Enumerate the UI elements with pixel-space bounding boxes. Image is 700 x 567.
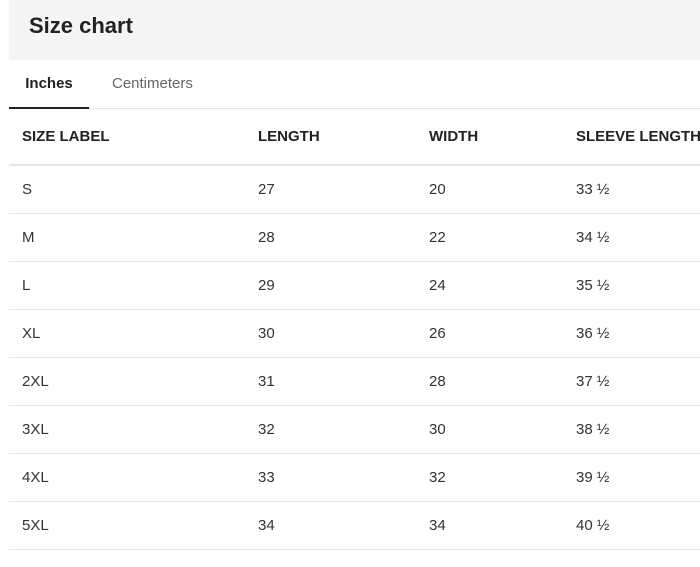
size-label-cell: M [9,213,258,262]
width-cell: 32 [429,453,576,502]
length-cell: 28 [258,213,429,262]
table-row: XL 30 26 36 ½ [9,309,700,358]
width-cell: 22 [429,213,576,262]
width-cell: 34 [429,501,576,550]
sleeve-length-cell: 35 ½ [576,261,700,310]
sleeve-length-cell: 37 ½ [576,357,700,406]
unit-tabs: Inches Centimeters [9,60,700,109]
size-chart-header: Size chart [9,0,700,60]
size-label-cell: 3XL [9,405,258,454]
table-row: S 27 20 33 ½ [9,165,700,214]
length-cell: 29 [258,261,429,310]
size-label-cell: 5XL [9,501,258,550]
length-cell: 30 [258,309,429,358]
column-header-length: LENGTH [258,109,429,166]
table-row: L 29 24 35 ½ [9,261,700,310]
table-row: 5XL 34 34 40 ½ [9,501,700,550]
size-label-cell: 4XL [9,453,258,502]
sleeve-length-cell: 36 ½ [576,309,700,358]
tab-inches[interactable]: Inches [9,60,89,109]
table-row: 2XL 31 28 37 ½ [9,357,700,406]
width-cell: 24 [429,261,576,310]
width-cell: 28 [429,357,576,406]
sleeve-length-cell: 34 ½ [576,213,700,262]
column-header-size-label: SIZE LABEL [9,109,258,166]
sleeve-length-cell: 39 ½ [576,453,700,502]
table-row: 3XL 32 30 38 ½ [9,405,700,454]
length-cell: 34 [258,501,429,550]
sleeve-length-cell: 33 ½ [576,165,700,214]
width-cell: 26 [429,309,576,358]
size-label-cell: XL [9,309,258,358]
column-header-sleeve-length: SLEEVE LENGTH [576,109,700,166]
table-row: M 28 22 34 ½ [9,213,700,262]
size-label-cell: 2XL [9,357,258,406]
size-label-cell: S [9,165,258,214]
sleeve-length-cell: 38 ½ [576,405,700,454]
length-cell: 33 [258,453,429,502]
size-table: SIZE LABEL LENGTH WIDTH SLEEVE LENGTH S … [9,109,700,550]
size-label-cell: L [9,261,258,310]
column-header-width: WIDTH [429,109,576,166]
sleeve-length-cell: 40 ½ [576,501,700,550]
page-title: Size chart [29,13,133,38]
length-cell: 31 [258,357,429,406]
length-cell: 27 [258,165,429,214]
width-cell: 20 [429,165,576,214]
table-row: 4XL 33 32 39 ½ [9,453,700,502]
length-cell: 32 [258,405,429,454]
tab-centimeters[interactable]: Centimeters [112,60,193,108]
width-cell: 30 [429,405,576,454]
table-header-row: SIZE LABEL LENGTH WIDTH SLEEVE LENGTH [9,109,700,166]
